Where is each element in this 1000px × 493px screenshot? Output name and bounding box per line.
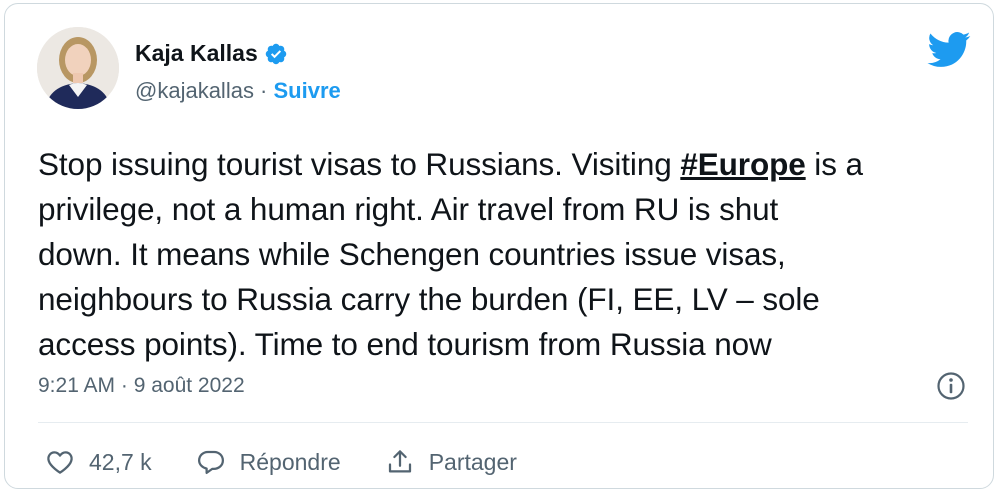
author-name[interactable]: Kaja Kallas: [135, 40, 258, 67]
twitter-bird-icon[interactable]: [927, 31, 971, 69]
author-name-row: Kaja Kallas: [135, 40, 288, 67]
verified-badge-icon: [265, 43, 286, 64]
tweet-line: Stop issuing tourist visas to Russians. …: [38, 142, 978, 187]
heart-icon: [47, 451, 73, 474]
divider: [38, 422, 968, 423]
tweet-line-text: Stop issuing tourist visas to Russians. …: [38, 146, 681, 182]
tweet-actions: 42,7 k Répondre Partager: [45, 442, 561, 482]
reply-label: Répondre: [239, 448, 341, 475]
info-icon[interactable]: [935, 370, 967, 402]
share-button[interactable]: Partager: [385, 447, 517, 477]
tweet-line: privilege, not a human right. Air travel…: [38, 191, 779, 227]
share-icon: [388, 450, 411, 473]
like-button[interactable]: 42,7 k: [45, 447, 152, 477]
tweet-line: neighbours to Russia carry the burden (F…: [38, 281, 820, 317]
tweet-card: Kaja Kallas @kajakallas · Suivre Stop is…: [4, 3, 994, 489]
tweet-text: Stop issuing tourist visas to Russians. …: [38, 142, 978, 367]
author-handle[interactable]: @kajakallas: [135, 78, 254, 103]
avatar[interactable]: [37, 27, 119, 109]
tweet-line: down. It means while Schengen countries …: [38, 236, 786, 272]
author-handle-row: @kajakallas · Suivre: [135, 78, 341, 104]
handle-separator: ·: [253, 78, 274, 103]
follow-button[interactable]: Suivre: [274, 78, 341, 103]
hashtag-link[interactable]: #Europe: [680, 146, 805, 182]
tweet-timestamp[interactable]: 9:21 AM · 9 août 2022: [38, 374, 245, 398]
reply-button[interactable]: Répondre: [196, 447, 341, 477]
reply-bubble-icon: [197, 450, 224, 474]
tweet-line-text: is a: [805, 146, 863, 182]
share-label: Partager: [428, 448, 517, 475]
tweet-line: access points). Time to end tourism from…: [38, 326, 772, 362]
like-count: 42,7 k: [89, 448, 152, 475]
